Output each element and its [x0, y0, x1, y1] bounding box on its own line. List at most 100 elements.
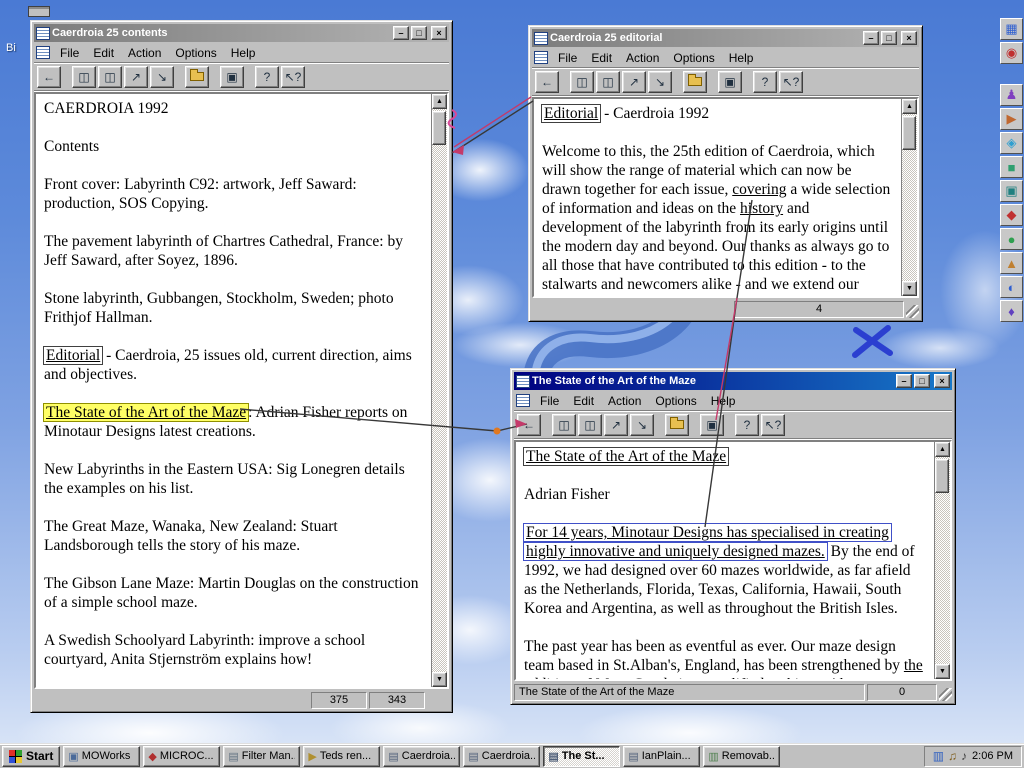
- titlebar[interactable]: Caerdroia 25 editorial – □ ×: [532, 29, 919, 47]
- close-button[interactable]: ×: [901, 31, 917, 45]
- display-tray-icon[interactable]: ▥: [933, 749, 944, 763]
- volume-tray-icon[interactable]: ♪: [961, 749, 967, 763]
- menu-action[interactable]: Action: [619, 49, 666, 67]
- go-back-icon[interactable]: ←: [37, 65, 61, 88]
- open-folder-icon[interactable]: [185, 65, 209, 88]
- link-out-icon[interactable]: ↗: [124, 65, 148, 88]
- dock-icon-7[interactable]: ▣: [1000, 180, 1023, 202]
- taskbar-button[interactable]: ▤ Caerdroia...: [383, 745, 461, 767]
- menu-file[interactable]: File: [533, 392, 566, 410]
- dock-icon-9[interactable]: ●: [1000, 228, 1023, 250]
- copy-page-icon[interactable]: ◫: [570, 70, 594, 93]
- mixer-tray-icon[interactable]: ♫: [948, 749, 957, 763]
- context-help-icon[interactable]: ↖?: [761, 413, 785, 436]
- hypertext-page[interactable]: The State of the Art of the Maze Adrian F…: [516, 442, 934, 679]
- dock-icon-3[interactable]: ♟: [1000, 84, 1023, 106]
- menu-file[interactable]: File: [551, 49, 584, 67]
- vertical-scrollbar[interactable]: ▲ ▼: [901, 99, 917, 296]
- hyperlink[interactable]: history: [740, 200, 783, 217]
- menu-help[interactable]: Help: [704, 392, 743, 410]
- maximize-button[interactable]: □: [411, 26, 427, 40]
- vertical-scrollbar[interactable]: ▲ ▼: [934, 442, 950, 679]
- menu-options[interactable]: Options: [666, 49, 721, 67]
- dock-icon-8[interactable]: ◆: [1000, 204, 1023, 226]
- taskbar-button[interactable]: ▤ Filter Man...: [223, 745, 301, 767]
- copy-link-icon[interactable]: ◫: [596, 70, 620, 93]
- menu-file[interactable]: File: [53, 44, 86, 62]
- help-icon[interactable]: ?: [753, 70, 777, 93]
- taskbar-button[interactable]: ◆ MICROC...: [143, 745, 221, 767]
- menu-edit[interactable]: Edit: [566, 392, 601, 410]
- scrollbar-thumb[interactable]: [935, 459, 949, 493]
- menu-help[interactable]: Help: [722, 49, 761, 67]
- scroll-up-button[interactable]: ▲: [432, 94, 447, 109]
- taskbar-button[interactable]: ▣ MOWorks: [63, 745, 141, 767]
- scroll-down-button[interactable]: ▼: [902, 281, 917, 296]
- hyperlink[interactable]: Editorial: [542, 105, 600, 122]
- minimize-button[interactable]: –: [896, 374, 912, 388]
- link-in-icon[interactable]: ↘: [150, 65, 174, 88]
- go-back-icon[interactable]: ←: [517, 413, 541, 436]
- maximize-button[interactable]: □: [914, 374, 930, 388]
- scroll-down-button[interactable]: ▼: [432, 672, 447, 687]
- dock-icon-6[interactable]: ■: [1000, 156, 1023, 178]
- hyperlink[interactable]: The State of the Art of the Maze: [44, 404, 249, 421]
- clock[interactable]: 2:06 PM: [972, 750, 1013, 762]
- copy-page-icon[interactable]: ◫: [72, 65, 96, 88]
- dock-icon-1[interactable]: ▦: [1000, 18, 1023, 40]
- desktop-icon-label[interactable]: Bi: [6, 42, 16, 54]
- titlebar[interactable]: Caerdroia 25 contents – □ ×: [34, 24, 449, 42]
- copy-document-icon[interactable]: ▣: [718, 70, 742, 93]
- link-out-icon[interactable]: ↗: [622, 70, 646, 93]
- copy-document-icon[interactable]: ▣: [700, 413, 724, 436]
- close-button[interactable]: ×: [431, 26, 447, 40]
- taskbar-button[interactable]: ▶ Teds ren...: [303, 745, 381, 767]
- dock-icon-12[interactable]: ♦: [1000, 300, 1023, 322]
- resize-grip[interactable]: [939, 688, 952, 701]
- open-folder-icon[interactable]: [683, 70, 707, 93]
- dock-icon-10[interactable]: ▲: [1000, 252, 1023, 274]
- resize-grip[interactable]: [906, 305, 919, 318]
- scrollbar-thumb[interactable]: [902, 116, 916, 150]
- menu-edit[interactable]: Edit: [584, 49, 619, 67]
- taskbar-button[interactable]: ▤ IanPlain...: [623, 745, 701, 767]
- vertical-scrollbar[interactable]: ▲ ▼: [431, 94, 447, 687]
- menu-help[interactable]: Help: [224, 44, 263, 62]
- open-folder-icon[interactable]: [665, 413, 689, 436]
- copy-page-icon[interactable]: ◫: [552, 413, 576, 436]
- copy-document-icon[interactable]: ▣: [220, 65, 244, 88]
- dock-icon-5[interactable]: ◈: [1000, 132, 1023, 154]
- close-button[interactable]: ×: [934, 374, 950, 388]
- minimize-button[interactable]: –: [863, 31, 879, 45]
- taskbar-button[interactable]: ▥ Removab...: [703, 745, 781, 767]
- link-in-icon[interactable]: ↘: [648, 70, 672, 93]
- hypertext-page[interactable]: CAERDROIA 1992 Contents Front cover: Labyr…: [36, 94, 431, 687]
- menu-options[interactable]: Options: [168, 44, 223, 62]
- copy-link-icon[interactable]: ◫: [98, 65, 122, 88]
- hyperlink[interactable]: Editorial: [44, 347, 102, 364]
- start-button[interactable]: Start: [2, 745, 61, 767]
- help-icon[interactable]: ?: [255, 65, 279, 88]
- hyperlink[interactable]: covering: [732, 181, 786, 198]
- dock-icon-2[interactable]: ◉: [1000, 42, 1023, 64]
- link-out-icon[interactable]: ↗: [604, 413, 628, 436]
- hyperlink[interactable]: The State of the Art of the Maze: [524, 448, 728, 465]
- context-help-icon[interactable]: ↖?: [281, 65, 305, 88]
- copy-link-icon[interactable]: ◫: [578, 413, 602, 436]
- context-help-icon[interactable]: ↖?: [779, 70, 803, 93]
- menu-edit[interactable]: Edit: [86, 44, 121, 62]
- taskbar-button[interactable]: ▤ Caerdroia...: [463, 745, 541, 767]
- scrollbar-track[interactable]: [935, 457, 950, 664]
- maximize-button[interactable]: □: [881, 31, 897, 45]
- scrollbar-thumb[interactable]: [432, 111, 446, 145]
- minimize-button[interactable]: –: [393, 26, 409, 40]
- help-icon[interactable]: ?: [735, 413, 759, 436]
- dock-icon-4[interactable]: ▶: [1000, 108, 1023, 130]
- dock-icon-11[interactable]: ◐: [1000, 276, 1023, 298]
- scrollbar-track[interactable]: [902, 114, 917, 281]
- go-back-icon[interactable]: ←: [535, 70, 559, 93]
- menu-action[interactable]: Action: [601, 392, 648, 410]
- scroll-down-button[interactable]: ▼: [935, 664, 950, 679]
- hypertext-page[interactable]: Editorial - Caerdroia 1992 Welcome to thi…: [534, 99, 901, 296]
- taskbar-button[interactable]: ▤ The St...: [543, 745, 621, 767]
